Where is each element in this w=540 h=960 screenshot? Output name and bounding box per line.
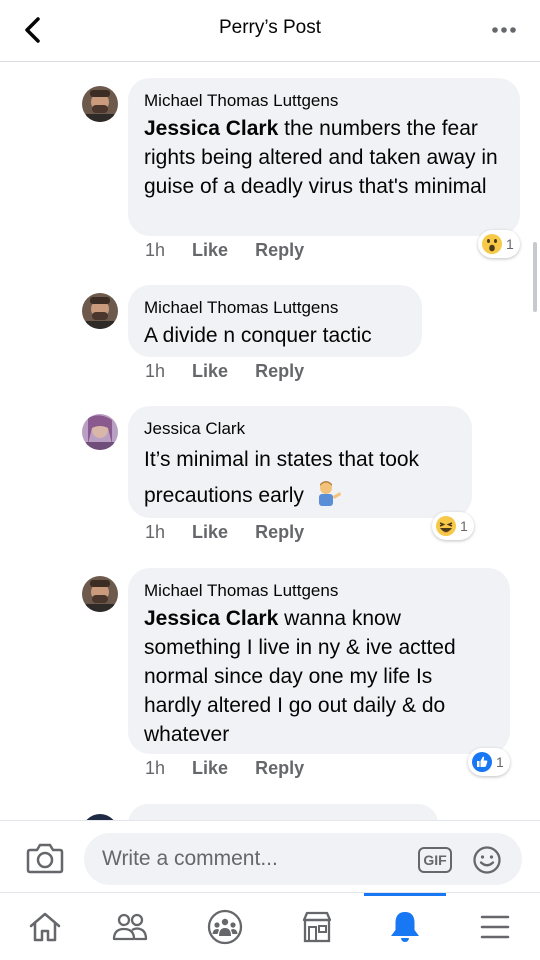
tab-menu[interactable] bbox=[450, 893, 540, 960]
like-button[interactable]: Like bbox=[192, 240, 228, 260]
wow-emoji-icon bbox=[482, 234, 502, 254]
mention-tag[interactable]: Jessica Clark bbox=[144, 607, 278, 630]
bottom-tab-bar bbox=[0, 892, 540, 960]
comment-text: A divide n conquer tactic bbox=[144, 324, 372, 347]
notifications-bell-icon bbox=[391, 912, 419, 942]
smiley-icon bbox=[473, 846, 501, 874]
reply-button[interactable]: Reply bbox=[255, 240, 304, 260]
reaction-badge[interactable]: 1 bbox=[468, 748, 510, 776]
like-thumb-icon bbox=[472, 752, 492, 772]
reaction-count: 1 bbox=[496, 754, 504, 770]
camera-icon bbox=[26, 843, 64, 874]
like-button[interactable]: Like bbox=[192, 758, 228, 778]
comment-actions: 1h Like Reply bbox=[145, 522, 326, 543]
camera-button[interactable] bbox=[26, 841, 64, 875]
man-tipping-hand-emoji-icon bbox=[318, 481, 341, 506]
reaction-badge[interactable]: 1 bbox=[478, 230, 520, 258]
emoji-button[interactable] bbox=[472, 845, 502, 875]
comment-author[interactable]: Michael Thomas Luttgens bbox=[144, 297, 406, 319]
post-header: Perry’s Post bbox=[0, 0, 540, 62]
comment-input[interactable]: Write a comment... GIF bbox=[84, 833, 522, 885]
comment-time: 1h bbox=[145, 758, 166, 778]
user-avatar-image bbox=[82, 576, 118, 612]
avatar[interactable] bbox=[82, 86, 118, 122]
comment-time: 1h bbox=[145, 522, 166, 542]
comment-composer: Write a comment... GIF bbox=[0, 820, 540, 892]
reaction-count: 1 bbox=[506, 236, 514, 252]
tab-marketplace[interactable] bbox=[272, 893, 362, 960]
like-button[interactable]: Like bbox=[192, 361, 228, 381]
comment-bubble[interactable]: Jessica Clark It’s minimal in states tha… bbox=[128, 406, 472, 518]
comment-bubble[interactable]: Michael Thomas Luttgens Jessica Clark th… bbox=[128, 78, 520, 236]
comment-actions: 1h Like Reply bbox=[145, 361, 326, 382]
friends-icon bbox=[112, 913, 148, 941]
avatar[interactable] bbox=[82, 414, 118, 450]
tab-groups[interactable] bbox=[180, 893, 270, 960]
groups-icon bbox=[207, 909, 243, 945]
avatar[interactable] bbox=[82, 293, 118, 329]
comment-author[interactable]: Michael Thomas Luttgens bbox=[144, 580, 494, 602]
comment-bubble[interactable] bbox=[128, 804, 438, 820]
comment-text: Jessica Clark the numbers the fear right… bbox=[144, 114, 504, 201]
home-icon bbox=[29, 912, 61, 942]
avatar[interactable] bbox=[82, 576, 118, 612]
comment-time: 1h bbox=[145, 240, 166, 260]
comment-text: It’s minimal in states that took precaut… bbox=[144, 442, 456, 514]
reply-button[interactable]: Reply bbox=[255, 758, 304, 778]
comment-actions: 1h Like Reply bbox=[145, 240, 326, 261]
marketplace-icon bbox=[302, 911, 332, 943]
comments-list[interactable]: Michael Thomas Luttgens Jessica Clark th… bbox=[0, 62, 540, 820]
menu-icon bbox=[480, 915, 510, 939]
reaction-count: 1 bbox=[460, 518, 468, 534]
mention-tag[interactable]: Jessica Clark bbox=[144, 117, 278, 140]
gif-button[interactable]: GIF bbox=[418, 847, 452, 873]
haha-emoji-icon bbox=[436, 516, 456, 536]
tab-friends[interactable] bbox=[85, 893, 175, 960]
reply-button[interactable]: Reply bbox=[255, 361, 304, 381]
comment-time: 1h bbox=[145, 361, 166, 381]
comment-author[interactable]: Jessica Clark bbox=[144, 418, 456, 440]
comment-bubble[interactable]: Michael Thomas Luttgens A divide n conqu… bbox=[128, 285, 422, 357]
scrollbar[interactable] bbox=[533, 242, 537, 312]
tab-home[interactable] bbox=[0, 893, 90, 960]
comment-bubble[interactable]: Michael Thomas Luttgens Jessica Clark wa… bbox=[128, 568, 510, 754]
reaction-badge[interactable]: 1 bbox=[432, 512, 474, 540]
comment-body: It’s minimal in states that took precaut… bbox=[144, 448, 420, 507]
reply-button[interactable]: Reply bbox=[255, 522, 304, 542]
tab-notifications[interactable] bbox=[360, 893, 450, 960]
page-title: Perry’s Post bbox=[218, 17, 322, 38]
like-button[interactable]: Like bbox=[192, 522, 228, 542]
more-dots-icon bbox=[492, 27, 516, 33]
more-options-button[interactable] bbox=[490, 18, 518, 42]
user-avatar-image bbox=[82, 86, 118, 122]
user-avatar-image bbox=[82, 293, 118, 329]
comment-actions: 1h Like Reply bbox=[145, 758, 326, 779]
comment-text: Jessica Clark wanna know something I liv… bbox=[144, 604, 494, 749]
comment-placeholder: Write a comment... bbox=[102, 847, 278, 870]
user-avatar-image bbox=[82, 414, 118, 450]
comment-author[interactable]: Michael Thomas Luttgens bbox=[144, 90, 504, 112]
